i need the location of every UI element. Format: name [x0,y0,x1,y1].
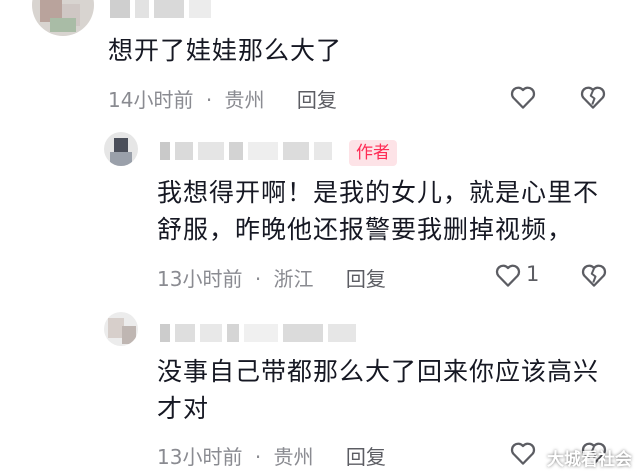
comment-time: 13小时前 [157,267,243,291]
comment-location: 贵州 [224,88,265,112]
broken-heart-icon[interactable] [578,82,608,112]
avatar[interactable] [104,312,138,346]
reply-button[interactable]: 回复 [346,445,386,469]
comment-text: 想开了娃娃那么大了 [108,36,343,65]
comment-meta: 13小时前 · 贵州 回复 [157,441,386,470]
comment-time: 14小时前 [108,88,194,112]
blurred-username [160,142,337,160]
comment-text: 没事自己带都那么大了回来你应该高兴才对 [157,357,600,423]
comment-meta: 13小时前 · 浙江 回复 [157,263,386,292]
heart-outline-icon[interactable] [508,82,538,112]
blurred-username [110,0,216,18]
author-badge: 作者 [349,140,397,166]
comment-time: 13小时前 [157,445,243,469]
comment-location: 浙江 [273,267,314,291]
meta-separator: · [205,88,213,112]
comment-location: 贵州 [273,445,314,469]
comment-meta: 14小时前 · 贵州 回复 [108,84,337,113]
like-count: 1 [526,262,540,286]
reply-button[interactable]: 回复 [297,88,337,112]
avatar[interactable] [104,132,138,166]
broken-heart-icon[interactable] [579,260,609,290]
heart-outline-icon[interactable] [493,260,523,290]
watermark-text: 大城看社会 [547,450,632,470]
reply-button[interactable]: 回复 [346,267,386,291]
comment-text: 我想得开啊！是我的女儿，就是心里不舒服，昨晚他还报警要我删掉视频， [157,178,600,244]
meta-separator: · [254,267,262,291]
avatar[interactable] [32,0,94,36]
heart-outline-icon[interactable] [508,438,538,468]
meta-separator: · [254,445,262,469]
blurred-username [160,324,361,342]
